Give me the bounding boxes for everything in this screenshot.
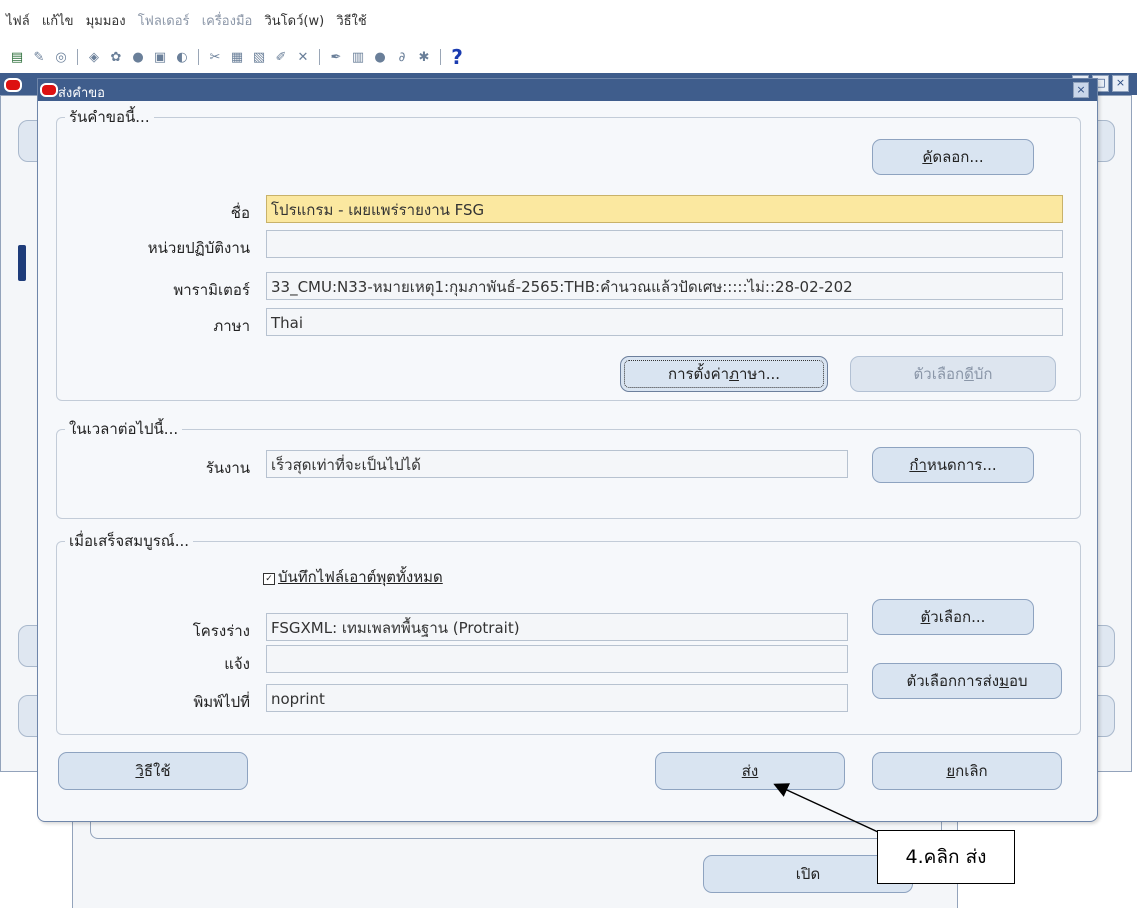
navigator-icon[interactable]: ● — [129, 48, 147, 66]
copy-icon[interactable]: ▦ — [228, 48, 246, 66]
section-legend: เมื่อเสร็จสมบูรณ์... — [69, 532, 189, 550]
menu-view[interactable]: มุมมอง — [86, 14, 126, 29]
toolbar-separator — [77, 49, 78, 65]
dialog-title: ส่งคำขอ — [58, 86, 105, 101]
paste-icon[interactable]: ▧ — [250, 48, 268, 66]
help-icon[interactable]: ? — [448, 45, 466, 69]
find-icon[interactable]: ✿ — [107, 48, 125, 66]
run-job-field[interactable]: เร็วสุดเท่าที่จะเป็นไปได้ — [266, 450, 848, 478]
menu-help[interactable]: วิธีใช้ — [336, 14, 366, 29]
attach-icon[interactable]: ✒ — [327, 48, 345, 66]
checkbox-checked-icon: ✓ — [263, 573, 275, 585]
close-icon[interactable]: × — [1112, 75, 1129, 92]
operating-unit-field[interactable] — [266, 230, 1063, 258]
section-legend: ในเวลาต่อไปนี้... — [69, 420, 179, 438]
name-label: ชื่อ — [230, 204, 250, 222]
operating-unit-label: หน่วยปฏิบัติงาน — [147, 239, 250, 257]
section-legend: รันคำขอนี้... — [69, 108, 150, 126]
menu-folder[interactable]: โฟลเดอร์ — [138, 14, 190, 29]
language-field[interactable]: Thai — [266, 308, 1063, 336]
menu-bar: ไฟล์ แก้ไข มุมมอง โฟลเดอร์ เครื่องมือ วิ… — [6, 10, 375, 31]
zoom-icon[interactable]: ◐ — [173, 48, 191, 66]
menu-tools[interactable]: เครื่องมือ — [202, 14, 253, 29]
toolbar: ▤ ✎ ◎ ◈ ✿ ● ▣ ◐ ✂ ▦ ▧ ✐ ✕ ✒ ▥ ● ∂ ✱ ? — [8, 45, 466, 69]
cancel-button[interactable]: ยกเลิก — [872, 752, 1062, 790]
run-job-label: รันงาน — [205, 459, 250, 477]
toolbar-separator — [198, 49, 199, 65]
print-to-field[interactable]: noprint — [266, 684, 848, 712]
submit-request-dialog: ส่งคำขอ × รันคำขอนี้... คัดลอก... ชื่อ โ… — [37, 78, 1098, 822]
close-icon[interactable]: × — [1073, 82, 1089, 98]
new-record-icon[interactable]: ▤ — [8, 48, 26, 66]
program-name-field[interactable]: โปรแกรม - เผยแพร่รายงาน FSG — [266, 195, 1063, 223]
debug-options-button[interactable]: ตัวเลือกดีบัก — [850, 356, 1056, 392]
clear-icon[interactable]: ✎ — [30, 48, 48, 66]
cut-icon[interactable]: ✂ — [206, 48, 224, 66]
globe-icon[interactable]: ● — [371, 48, 389, 66]
paperclip-icon[interactable]: ∂ — [393, 48, 411, 66]
parameters-label: พารามิเตอร์ — [173, 281, 250, 299]
toolbar-separator — [319, 49, 320, 65]
oracle-logo-icon — [40, 83, 58, 97]
edit-icon[interactable]: ✐ — [272, 48, 290, 66]
options-button[interactable]: ตัวเลือก... — [872, 599, 1034, 635]
layout-label: โครงร่าง — [192, 622, 250, 640]
delete-icon[interactable]: ✕ — [294, 48, 312, 66]
menu-window[interactable]: วินโดว์(w) — [264, 14, 324, 29]
layout-field[interactable]: FSGXML: เทมเพลทพื้นฐาน (Protrait) — [266, 613, 848, 641]
background-row-indicator — [18, 245, 26, 281]
copy-button[interactable]: คัดลอก... — [872, 139, 1034, 175]
save-output-checkbox[interactable]: ✓ บันทึกไฟล์เอาต์พุตทั้งหมด — [263, 565, 443, 589]
dialog-titlebar: ส่งคำขอ × — [38, 79, 1097, 101]
help-button[interactable]: วิธีใช้ — [58, 752, 248, 790]
folder-icon[interactable]: ▥ — [349, 48, 367, 66]
submit-button[interactable]: ส่ง — [655, 752, 845, 790]
translate-icon[interactable]: ✱ — [415, 48, 433, 66]
delivery-options-button[interactable]: ตัวเลือกการส่งมอบ — [872, 663, 1062, 699]
notify-label: แจ้ง — [224, 655, 250, 673]
annotation-callout: 4.คลิก ส่ง — [877, 830, 1015, 884]
oracle-logo-icon — [4, 78, 22, 92]
toolbar-separator — [440, 49, 441, 65]
save-output-label: บันทึกไฟล์เอาต์พุตทั้งหมด — [278, 568, 443, 586]
language-settings-button[interactable]: การตั้งค่าภาษา... — [620, 356, 828, 392]
print-icon[interactable]: ▣ — [151, 48, 169, 66]
language-label: ภาษา — [213, 317, 250, 335]
schedule-button[interactable]: กำหนดการ... — [872, 447, 1034, 483]
notify-field[interactable] — [266, 645, 848, 673]
parameters-field[interactable]: 33_CMU:N33-หมายเหตุ1:กุมภาพันธ์-2565:THB… — [266, 272, 1063, 300]
back-icon[interactable]: ◎ — [52, 48, 70, 66]
menu-edit[interactable]: แก้ไข — [42, 14, 74, 29]
print-to-label: พิมพ์ไปที่ — [193, 693, 250, 711]
open-icon[interactable]: ◈ — [85, 48, 103, 66]
menu-file[interactable]: ไฟล์ — [6, 14, 30, 29]
